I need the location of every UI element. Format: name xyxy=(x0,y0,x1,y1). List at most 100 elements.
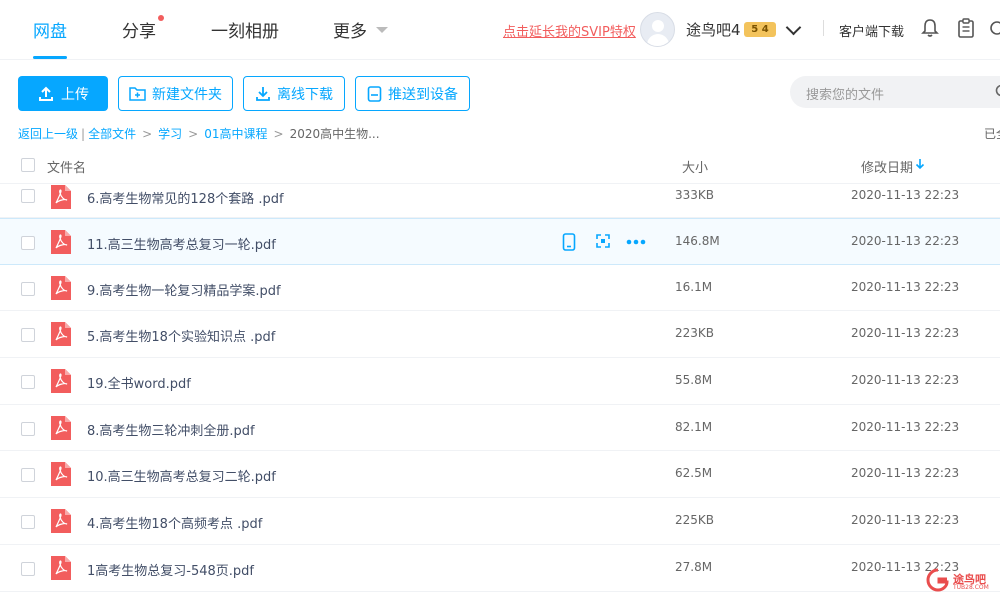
header-divider xyxy=(823,20,824,36)
clipboard-icon[interactable] xyxy=(957,18,975,38)
file-size: 55.8M xyxy=(675,373,713,388)
file-name[interactable]: 11.高三生物高考总复习一轮.pdf xyxy=(87,234,276,253)
file-modified-date: 2020-11-13 22:23 xyxy=(851,326,960,341)
table-row[interactable]: 1高考生物总复习-548页.pdf 27.8M 2020-11-13 22:23 xyxy=(0,545,1000,592)
breadcrumb-chevron-icon: > xyxy=(188,127,199,141)
user-menu-chevron-icon[interactable] xyxy=(785,19,802,36)
row-checkbox[interactable] xyxy=(21,189,35,203)
breadcrumb-chevron-icon: > xyxy=(273,127,284,141)
column-header-date[interactable]: 修改日期 xyxy=(861,157,913,176)
pdf-file-icon xyxy=(50,321,72,347)
share-notification-dot xyxy=(158,15,164,21)
bell-icon[interactable] xyxy=(921,18,939,38)
new-folder-button[interactable]: 新建文件夹 xyxy=(118,76,233,111)
breadcrumb-study[interactable]: 学习 xyxy=(158,127,182,141)
nav-share[interactable]: 分享 xyxy=(122,17,156,42)
select-all-checkbox[interactable] xyxy=(21,158,35,172)
row-checkbox[interactable] xyxy=(21,328,35,343)
push-to-device-label: 推送到设备 xyxy=(388,86,458,103)
breadcrumb-back[interactable]: 返回上一级 xyxy=(18,127,78,141)
column-header-size[interactable]: 大小 xyxy=(682,157,708,176)
pdf-file-icon xyxy=(50,508,72,534)
row-checkbox[interactable] xyxy=(21,281,35,296)
search-icon[interactable] xyxy=(995,84,1000,100)
file-modified-date: 2020-11-13 22:23 xyxy=(851,279,960,294)
table-row[interactable]: 5.高考生物18个实验知识点 .pdf 223KB 2020-11-13 22:23 xyxy=(0,311,1000,359)
file-table-header: 文件名 大小 修改日期 xyxy=(0,146,1000,184)
table-row[interactable]: 8.高考生物三轮冲刺全册.pdf 82.1M 2020-11-13 22:23 xyxy=(0,405,1000,452)
file-size: 27.8M xyxy=(675,559,713,574)
file-name[interactable]: 5.高考生物18个实验知识点 .pdf xyxy=(87,326,275,345)
row-checkbox[interactable] xyxy=(21,515,35,530)
table-row[interactable]: 10.高三生物高考总复习二轮.pdf 62.5M 2020-11-13 22:23 xyxy=(0,451,1000,499)
file-name[interactable]: 6.高考生物常见的128个套路 .pdf xyxy=(87,188,284,207)
new-folder-label: 新建文件夹 xyxy=(152,86,222,103)
avatar[interactable] xyxy=(640,12,675,47)
table-row[interactable]: 19.全书word.pdf 55.8M 2020-11-13 22:23 xyxy=(0,358,1000,405)
sort-descending-icon[interactable] xyxy=(915,158,925,170)
file-modified-date: 2020-11-13 22:23 xyxy=(851,513,960,528)
file-name[interactable]: 10.高三生物高考总复习二轮.pdf xyxy=(87,466,276,485)
file-size: 333KB xyxy=(675,188,715,202)
table-row[interactable]: 11.高三生物高考总复习一轮.pdf 146.8M 2020-11-13 22:23 xyxy=(0,218,1000,265)
table-row[interactable]: 4.高考生物18个高频考点 .pdf 225KB 2020-11-13 22:23 xyxy=(0,498,1000,545)
download-icon xyxy=(256,86,270,101)
file-modified-date: 2020-11-13 22:23 xyxy=(851,419,960,434)
file-size: 223KB xyxy=(675,326,715,341)
upload-icon xyxy=(39,86,53,101)
offline-download-button[interactable]: 离线下载 xyxy=(243,76,345,111)
breadcrumb-all-files[interactable]: 全部文件 xyxy=(88,127,136,141)
share-icon[interactable] xyxy=(595,233,611,249)
nav-active-underline xyxy=(33,56,67,59)
nav-more[interactable]: 更多 xyxy=(333,17,367,42)
file-name[interactable]: 19.全书word.pdf xyxy=(87,373,191,392)
column-header-name[interactable]: 文件名 xyxy=(47,157,86,176)
settings-icon[interactable] xyxy=(988,18,1000,38)
breadcrumb-high-school-course[interactable]: 01高中课程 xyxy=(204,127,267,141)
watermark-logo-icon xyxy=(926,568,949,592)
more-options-icon[interactable] xyxy=(626,239,646,245)
push-device-icon[interactable] xyxy=(562,233,576,251)
svip-extend-link[interactable]: 点击延长我的SVIP特权 xyxy=(503,21,636,40)
pdf-file-icon xyxy=(50,368,72,394)
nav-moments-album[interactable]: 一刻相册 xyxy=(211,17,279,42)
pdf-file-icon xyxy=(50,275,72,301)
row-checkbox[interactable] xyxy=(21,421,35,436)
file-size: 16.1M xyxy=(675,279,713,294)
row-checkbox[interactable] xyxy=(21,236,35,250)
nav-netdisk[interactable]: 网盘 xyxy=(33,17,67,42)
loaded-count-text: 已全 xyxy=(984,127,1000,141)
top-header: 网盘 分享 一刻相册 更多 点击延长我的SVIP特权 途鸟吧4 5 4 客户端下… xyxy=(0,0,1000,60)
row-checkbox[interactable] xyxy=(21,375,35,390)
file-name[interactable]: 1高考生物总复习-548页.pdf xyxy=(87,560,254,579)
file-name[interactable]: 9.高考生物一轮复习精品学案.pdf xyxy=(87,280,281,299)
pdf-file-icon xyxy=(50,461,72,487)
file-name[interactable]: 8.高考生物三轮冲刺全册.pdf xyxy=(87,420,255,439)
breadcrumb-chevron-icon: > xyxy=(142,127,153,141)
breadcrumb-divider: | xyxy=(81,127,86,141)
file-modified-date: 2020-11-13 22:23 xyxy=(851,188,960,202)
vip-level-badge: 5 4 xyxy=(744,22,776,37)
offline-download-label: 离线下载 xyxy=(277,86,333,103)
site-watermark: 途鸟吧 TUB28.COM xyxy=(925,567,1000,593)
push-to-device-button[interactable]: 推送到设备 xyxy=(355,76,470,111)
pdf-file-icon xyxy=(50,229,72,255)
client-download-link[interactable]: 客户端下载 xyxy=(839,21,904,40)
file-name[interactable]: 4.高考生物18个高频考点 .pdf xyxy=(87,513,262,532)
file-size: 146.8M xyxy=(675,234,720,248)
pdf-file-icon xyxy=(50,415,72,441)
table-row[interactable]: 9.高考生物一轮复习精品学案.pdf 16.1M 2020-11-13 22:23 xyxy=(0,265,1000,312)
pdf-file-icon xyxy=(50,184,72,210)
row-checkbox[interactable] xyxy=(21,468,35,483)
table-row[interactable]: 6.高考生物常见的128个套路 .pdf 333KB 2020-11-13 22:2… xyxy=(0,184,1000,218)
folder-plus-icon xyxy=(129,87,146,101)
chevron-down-icon[interactable] xyxy=(376,27,388,33)
pdf-file-icon xyxy=(50,555,72,581)
file-list: 6.高考生物常见的128个套路 .pdf 333KB 2020-11-13 22:2… xyxy=(0,184,1000,592)
row-checkbox[interactable] xyxy=(21,561,35,576)
search-input[interactable]: 搜索您的文件 xyxy=(790,76,1000,108)
file-size: 225KB xyxy=(675,513,715,528)
watermark-subtext: TUB28.COM xyxy=(953,584,989,591)
username[interactable]: 途鸟吧4 xyxy=(686,19,741,40)
upload-button[interactable]: 上传 xyxy=(18,76,108,111)
